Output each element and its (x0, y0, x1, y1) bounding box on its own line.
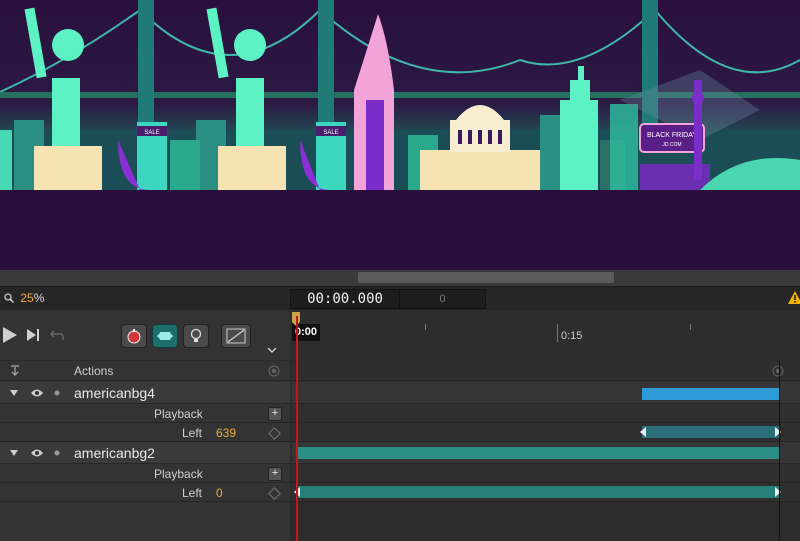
tween-bar[interactable] (642, 426, 779, 438)
property-label: Left (182, 426, 203, 440)
black-friday-sign: BLACK FRIDAY (647, 132, 697, 139)
timeline-tracks[interactable] (292, 361, 800, 541)
city-skyline-artwork: SALE SALE BLACK FRIDAY JD.COM (0, 0, 800, 270)
eye-icon[interactable] (30, 448, 44, 458)
playback-row: Playback + (0, 404, 290, 423)
scrollbar-thumb[interactable] (358, 272, 614, 283)
stage-horizontal-scrollbar[interactable] (0, 270, 800, 286)
zoom-value[interactable]: 25 (20, 291, 33, 305)
playback-label: Playback (154, 407, 203, 421)
property-value[interactable]: 639 (216, 426, 236, 440)
add-playback-action-button[interactable]: + (268, 467, 282, 481)
playhead-line[interactable] (296, 316, 298, 541)
bounds-icon (157, 332, 173, 340)
ruler-tick (425, 324, 426, 330)
layer-row-americanbg2[interactable]: americanbg2 (0, 442, 290, 464)
easing-curve-icon (226, 328, 246, 344)
ruler-label-15s: 0:15 (561, 330, 583, 342)
property-value[interactable]: 0 (216, 486, 223, 500)
chevron-down-icon[interactable] (267, 346, 277, 354)
play-button[interactable] (2, 326, 18, 344)
tween-bar[interactable] (296, 486, 779, 498)
ruler-tick (557, 324, 558, 342)
layer-track-americanbg4[interactable] (292, 382, 800, 404)
easing-button[interactable] (221, 324, 251, 348)
add-keyframe-diamond-icon[interactable] (268, 487, 281, 500)
ruler-tick (690, 324, 691, 330)
actions-label: Actions (74, 364, 114, 378)
lightbulb-icon (190, 328, 202, 342)
sale-sign-right: SALE (323, 130, 338, 136)
timeline-end-marker (779, 361, 780, 541)
property-track-left[interactable] (292, 483, 800, 502)
return-arrow-icon (50, 330, 64, 340)
timeline-ruler[interactable]: 0:15 0:00 (290, 310, 800, 360)
lock-dot-icon[interactable] (54, 450, 60, 456)
disclosure-triangle-icon[interactable] (10, 390, 18, 396)
property-track-left[interactable] (292, 423, 800, 442)
auto-keyframe-button[interactable] (121, 324, 147, 348)
go-to-end-button[interactable] (26, 328, 40, 342)
target-icon[interactable] (268, 365, 280, 377)
frame-number-field[interactable]: 0 (399, 289, 486, 309)
zoom-unit: % (33, 291, 45, 305)
layer-duration-bar[interactable] (642, 388, 779, 400)
property-label: Left (182, 486, 203, 500)
transition-toggle-button[interactable] (183, 324, 209, 348)
pin-toggle-button[interactable] (152, 324, 178, 348)
expand-all-icon[interactable] (10, 365, 20, 377)
layers-panel: Actions americanbg4 Playback + Left 639 … (0, 361, 290, 541)
target-icon[interactable] (772, 365, 784, 377)
add-playback-action-button[interactable]: + (268, 407, 282, 421)
lock-dot-icon[interactable] (54, 390, 60, 396)
sale-sign-left: SALE (144, 130, 159, 136)
eye-icon[interactable] (30, 388, 44, 398)
playback-track[interactable] (292, 464, 800, 483)
stopwatch-icon (127, 329, 141, 344)
layer-track-americanbg2[interactable] (292, 442, 800, 464)
property-row-left: Left 639 (0, 423, 290, 442)
layer-name[interactable]: americanbg2 (74, 445, 155, 461)
add-keyframe-diamond-icon[interactable] (268, 427, 281, 440)
property-row-left: Left 0 (0, 483, 290, 502)
stage-canvas[interactable]: SALE SALE BLACK FRIDAY JD.COM (0, 0, 800, 270)
status-bar: 25% 00:00.000 0 (0, 286, 800, 311)
current-time-display[interactable]: 00:00.000 (290, 289, 400, 309)
disclosure-triangle-icon[interactable] (10, 450, 18, 456)
magnifier-icon (4, 293, 15, 304)
layer-duration-bar[interactable] (296, 447, 779, 459)
playback-label: Playback (154, 467, 203, 481)
skip-to-end-icon (27, 329, 39, 341)
playback-row: Playback + (0, 464, 290, 483)
timeline-toolbar (0, 310, 290, 360)
actions-row: Actions (0, 361, 290, 381)
zoom-control[interactable]: 25% (4, 291, 44, 305)
actions-track[interactable] (292, 361, 800, 381)
sign-subtext: JD.COM (662, 142, 681, 148)
layer-row-americanbg4[interactable]: americanbg4 (0, 382, 290, 404)
play-icon (3, 327, 17, 343)
empty-track-area[interactable] (292, 502, 800, 541)
warning-icon[interactable] (788, 291, 800, 304)
keyframe-start-icon[interactable] (640, 427, 648, 437)
playback-track[interactable] (292, 404, 800, 423)
loop-button[interactable] (50, 329, 64, 341)
layer-name[interactable]: americanbg4 (74, 385, 155, 401)
